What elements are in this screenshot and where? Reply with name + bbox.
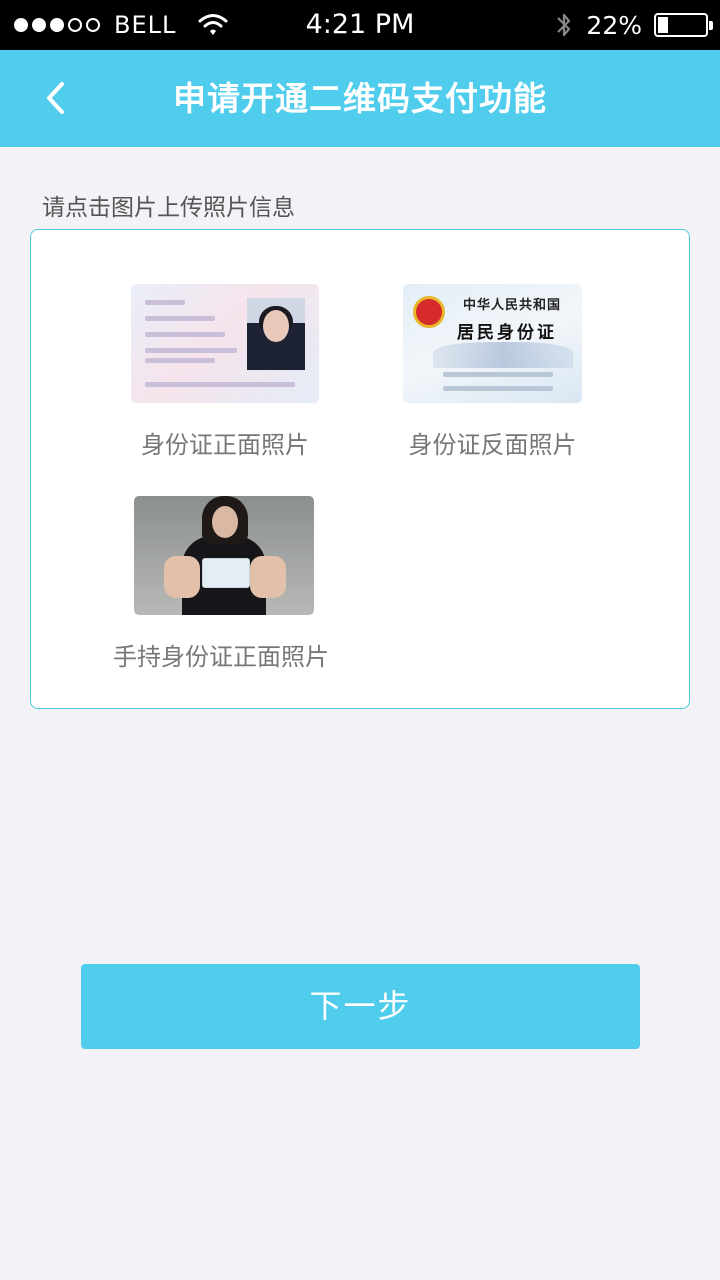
left-hand (164, 556, 200, 598)
upload-label: 身份证正面照片 (141, 431, 309, 459)
text-line (145, 332, 225, 337)
text-line (443, 372, 553, 377)
person-face (212, 506, 238, 538)
id-card-back-image[interactable]: 中华人民共和国 居民身份证 (403, 284, 582, 403)
upload-id-front[interactable]: 身份证正面照片 (131, 284, 319, 460)
id-card-front-image[interactable] (131, 284, 319, 403)
great-wall-pattern (433, 342, 573, 368)
held-id-card (202, 558, 250, 588)
text-line (145, 348, 237, 353)
upload-label: 手持身份证正面照片 (113, 643, 329, 671)
bluetooth-icon (557, 13, 571, 37)
status-bar: BELL 4:21 PM 22% (0, 0, 720, 50)
upload-hint: 请点击图片上传照片信息 (42, 195, 295, 221)
navigation-bar: 申请开通二维码支付功能 (0, 50, 720, 147)
text-line (145, 358, 215, 363)
text-line (443, 386, 553, 391)
upload-label: 身份证反面照片 (408, 431, 577, 459)
id-back-country: 中华人民共和国 (463, 298, 562, 313)
id-back-card-name: 居民身份证 (457, 323, 557, 343)
page-title: 申请开通二维码支付功能 (173, 79, 547, 118)
text-line (145, 382, 295, 387)
battery-percentage: 22% (586, 10, 642, 40)
status-right: 22% (554, 0, 713, 50)
portrait-face (263, 310, 289, 342)
national-emblem-icon (413, 296, 445, 328)
upload-panel: 身份证正面照片 中华人民共和国 居民身份证 身份证反面照片 手持身份证正面照片 (30, 229, 690, 709)
text-line (145, 316, 215, 321)
holding-id-photo-image[interactable] (134, 496, 314, 615)
upload-holding-id[interactable]: 手持身份证正面照片 (113, 496, 329, 672)
battery-level (658, 17, 669, 33)
battery-icon (654, 13, 713, 37)
right-hand (250, 556, 286, 598)
upload-id-back[interactable]: 中华人民共和国 居民身份证 身份证反面照片 (403, 284, 582, 460)
next-step-button[interactable]: 下一步 (81, 964, 640, 1049)
text-line (145, 300, 185, 305)
